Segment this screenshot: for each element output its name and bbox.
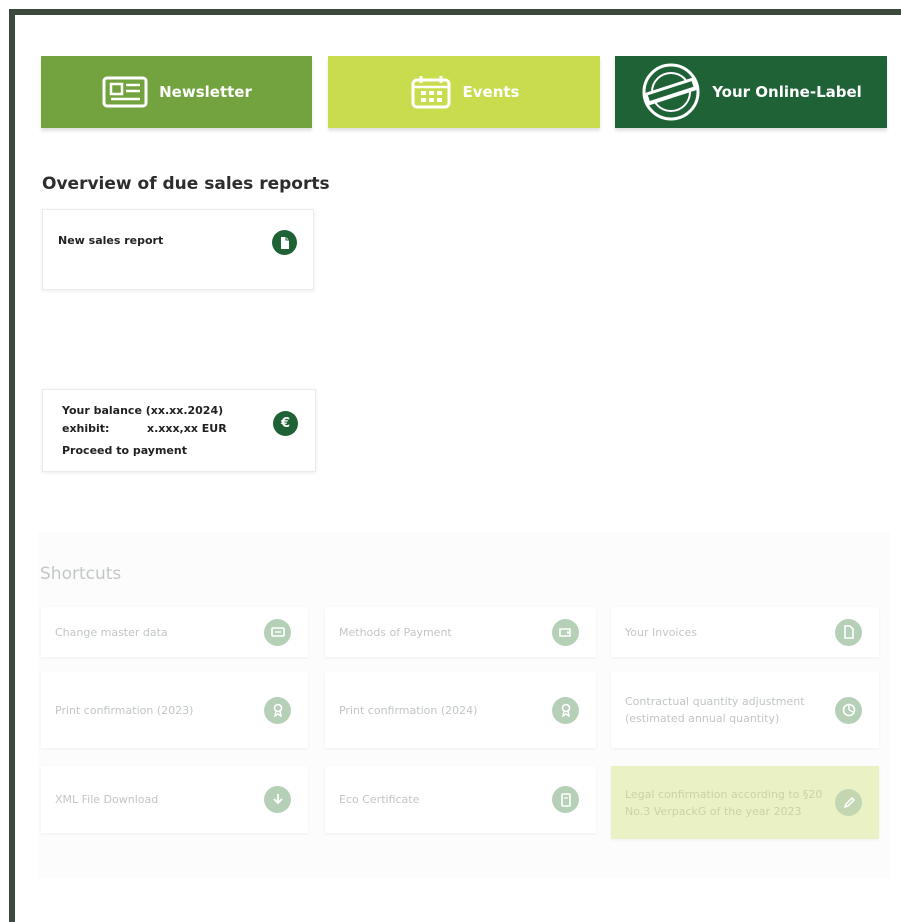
shortcut-label: Print confirmation (2024) — [339, 703, 478, 717]
award-icon — [552, 696, 579, 724]
id-card-icon — [264, 618, 291, 646]
balance-card[interactable]: Your balance (xx.xx.2024) exhibit: x.xxx… — [42, 389, 316, 472]
exhibit-amount: x.xxx,xx EUR — [147, 422, 227, 435]
shortcut-contractual-quantity-adjustment[interactable]: Contractual quantity adjustment (estimat… — [611, 672, 879, 748]
overview-title: Overview of due sales reports — [42, 174, 330, 194]
shortcut-label: Methods of Payment — [339, 625, 452, 639]
shortcuts-title: Shortcuts — [40, 564, 122, 584]
newsletter-tile[interactable]: Newsletter — [41, 56, 312, 128]
online-label-tile[interactable]: Your Online-Label — [615, 56, 887, 128]
balance-date-text: Your balance (xx.xx.2024) — [62, 404, 224, 417]
proceed-to-payment-link[interactable]: Proceed to payment — [62, 444, 187, 457]
seal-icon — [640, 61, 702, 123]
newsletter-tile-label: Newsletter — [159, 83, 252, 101]
shortcut-legal-confirmation[interactable]: Legal confirmation according to §20 No.3… — [611, 766, 879, 839]
shortcut-label: Eco Certificate — [339, 793, 420, 806]
exhibit-label: exhibit: — [62, 422, 110, 435]
new-sales-report-label: New sales report — [58, 234, 164, 247]
certificate-icon — [552, 786, 579, 813]
shortcut-print-confirmation-2024[interactable]: Print confirmation (2024) — [325, 672, 596, 748]
online-label-tile-label: Your Online-Label — [712, 83, 862, 101]
newspaper-icon — [101, 75, 149, 109]
shortcut-print-confirmation-2023[interactable]: Print confirmation (2023) — [41, 672, 308, 748]
shortcut-label: Change master data — [55, 625, 168, 639]
shortcut-xml-file-download[interactable]: XML File Download — [41, 766, 308, 833]
shortcut-label: Contractual quantity adjustment (estimat… — [625, 695, 805, 725]
shortcut-methods-of-payment[interactable]: Methods of Payment — [325, 607, 596, 657]
edit-icon — [835, 789, 862, 816]
frame-top-border — [9, 9, 901, 15]
shortcut-label: Print confirmation (2023) — [55, 703, 194, 717]
invoice-icon — [835, 618, 862, 646]
award-icon — [264, 696, 291, 724]
shortcut-label: XML File Download — [55, 793, 159, 806]
shortcut-label: Your Invoices — [625, 625, 698, 639]
events-tile[interactable]: Events — [328, 56, 600, 128]
frame-left-border — [9, 9, 15, 922]
wallet-icon — [552, 618, 579, 646]
shortcut-change-master-data[interactable]: Change master data — [41, 607, 308, 657]
calendar-icon — [409, 74, 453, 110]
events-tile-label: Events — [462, 83, 520, 101]
shortcut-label: Legal confirmation according to §20 No.3… — [625, 787, 823, 818]
chart-icon — [835, 696, 862, 724]
new-sales-report-card[interactable]: New sales report — [42, 209, 314, 290]
euro-icon[interactable]: € — [273, 411, 298, 436]
download-icon — [264, 786, 291, 813]
shortcut-eco-certificate[interactable]: Eco Certificate — [325, 766, 596, 833]
shortcut-your-invoices[interactable]: Your Invoices — [611, 607, 879, 657]
document-icon[interactable] — [272, 230, 297, 255]
